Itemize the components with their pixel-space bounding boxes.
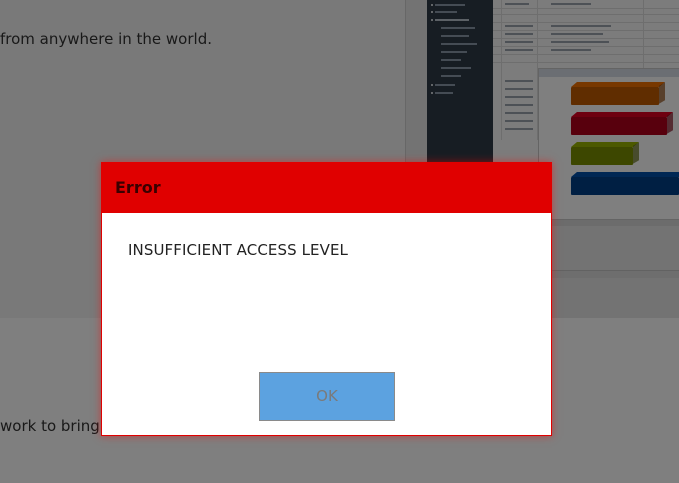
dialog-message: INSUFFICIENT ACCESS LEVEL (128, 241, 349, 259)
dialog-header: Error (102, 163, 551, 213)
error-dialog: Error INSUFFICIENT ACCESS LEVEL OK (101, 162, 552, 436)
ok-button[interactable]: OK (259, 372, 395, 421)
dialog-title: Error (115, 178, 161, 197)
